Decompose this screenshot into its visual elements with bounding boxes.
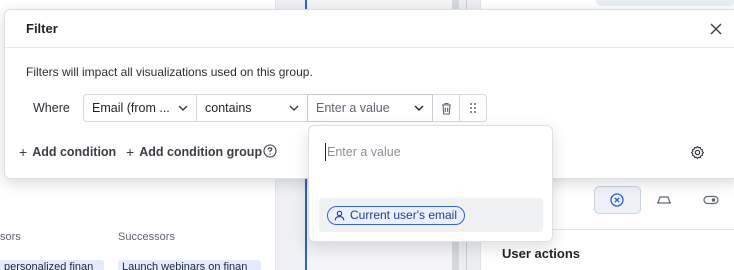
current-user-email-label: Current user's email [350, 208, 457, 222]
plus-icon: + [126, 144, 135, 160]
right-panel-top-chip [596, 0, 734, 6]
operator-select[interactable]: contains [196, 94, 308, 122]
predecessor-item-chip[interactable]: personalized finan [0, 260, 104, 270]
current-user-email-option[interactable]: Current user's email [319, 198, 543, 232]
filter-condition-row: Email (from ... contains Enter a value [83, 94, 487, 122]
rectangle-toggle-button[interactable] [641, 186, 688, 214]
value-select[interactable]: Enter a value [307, 94, 433, 122]
drag-handle[interactable] [459, 94, 487, 122]
user-icon [334, 210, 345, 221]
close-button[interactable] [707, 20, 725, 38]
settings-button[interactable] [688, 143, 706, 161]
toggle-toggle-button[interactable] [687, 186, 734, 214]
chevron-down-icon [178, 105, 188, 111]
add-condition-label: Add condition [32, 145, 117, 159]
x-circle-icon [610, 193, 624, 207]
user-actions-title: User actions [502, 246, 581, 261]
successors-column-header: Successors [118, 231, 175, 243]
delete-condition-button[interactable] [432, 94, 460, 122]
successor-item-chip[interactable]: Launch webinars on finan [118, 260, 261, 270]
add-condition-group-label: Add condition group [139, 145, 263, 159]
x-circle-toggle-button[interactable] [594, 186, 641, 214]
help-icon[interactable] [263, 144, 277, 158]
trash-icon [441, 102, 451, 115]
view-toggle-group [594, 186, 734, 214]
add-condition-button[interactable]: + Add condition [19, 144, 116, 160]
filter-modal-title: Filter [26, 21, 58, 36]
close-icon [710, 23, 722, 35]
value-search-input[interactable] [325, 143, 535, 161]
predecessors-column-header: sors [0, 231, 21, 243]
filter-description: Filters will impact all visualizations u… [26, 65, 313, 79]
operator-select-value: contains [205, 101, 252, 115]
value-select-placeholder: Enter a value [316, 101, 390, 115]
question-circle-icon [263, 144, 277, 158]
field-select[interactable]: Email (from ... [83, 94, 197, 122]
rectangle-icon [657, 196, 671, 204]
value-dropdown: Current user's email [308, 125, 553, 242]
toggle-icon [703, 195, 719, 205]
filter-modal-header: Filter [5, 10, 734, 48]
gear-icon [690, 145, 704, 159]
chevron-down-icon [289, 105, 299, 111]
chevron-down-icon [414, 105, 424, 111]
current-user-email-chip[interactable]: Current user's email [327, 205, 465, 225]
where-label: Where [33, 101, 70, 115]
field-select-value: Email (from ... [92, 101, 170, 115]
plus-icon: + [19, 144, 28, 160]
drag-handle-icon [470, 103, 476, 113]
add-condition-group-button[interactable]: + Add condition group [126, 144, 262, 160]
